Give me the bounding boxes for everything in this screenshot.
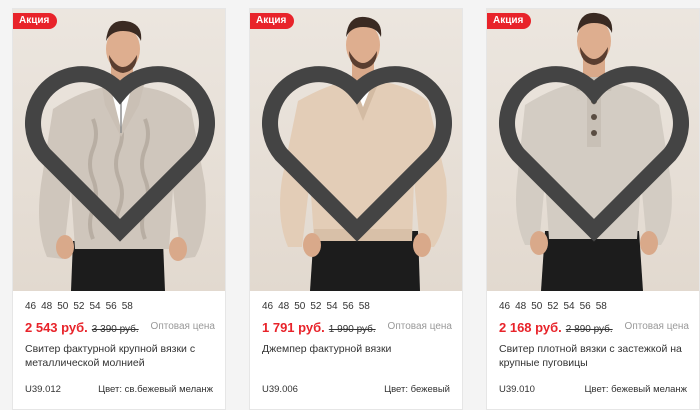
product-color: Цвет: св.бежевый меланж	[98, 384, 213, 395]
wholesale-price-label: Оптовая цена	[624, 321, 689, 332]
size-option[interactable]: 46	[262, 301, 273, 312]
size-option[interactable]: 48	[515, 301, 526, 312]
size-option[interactable]: 58	[359, 301, 370, 312]
price-row: 2 543 руб. 3 390 руб. Оптовая цена	[25, 319, 215, 335]
product-photo[interactable]: Акция	[13, 9, 226, 291]
size-option[interactable]: 56	[106, 301, 117, 312]
product-title[interactable]: Свитер плотной вязки с застежкой на круп…	[499, 342, 687, 370]
product-title[interactable]: Свитер фактурной крупной вязки с металли…	[25, 342, 213, 370]
size-list: 46 48 50 52 54 56 58	[262, 301, 375, 312]
size-option[interactable]: 56	[580, 301, 591, 312]
size-option[interactable]: 50	[531, 301, 542, 312]
heart-icon[interactable]	[250, 9, 463, 291]
size-option[interactable]: 52	[547, 301, 558, 312]
wholesale-price-label: Оптовая цена	[387, 321, 452, 332]
sale-price: 1 791 руб.	[262, 320, 325, 335]
size-option[interactable]: 56	[343, 301, 354, 312]
old-price: 2 890 руб.	[565, 324, 613, 335]
size-option[interactable]: 58	[596, 301, 607, 312]
product-card[interactable]: Акция 46 48 50 52 54 56 58 1 791 руб. 1 990 руб…	[249, 8, 463, 410]
product-card[interactable]: Акция 46 48 50 52 54 56 58 2 543 руб. 3 390 руб…	[12, 8, 226, 410]
product-title[interactable]: Джемпер фактурной вязки	[262, 342, 450, 356]
size-option[interactable]: 48	[41, 301, 52, 312]
old-price: 3 390 руб.	[91, 324, 139, 335]
size-list: 46 48 50 52 54 56 58	[25, 301, 138, 312]
product-sku: U39.012	[25, 384, 61, 395]
heart-icon[interactable]	[13, 9, 226, 291]
size-option[interactable]: 50	[57, 301, 68, 312]
size-option[interactable]: 50	[294, 301, 305, 312]
size-option[interactable]: 58	[122, 301, 133, 312]
price-row: 1 791 руб. 1 990 руб. Оптовая цена	[262, 319, 452, 335]
product-grid: Акция 46 48 50 52 54 56 58 2 543 руб. 3 390 руб…	[0, 0, 700, 410]
product-photo[interactable]: Акция	[487, 9, 700, 291]
product-sku: U39.010	[499, 384, 535, 395]
old-price: 1 990 руб.	[328, 324, 376, 335]
size-option[interactable]: 54	[90, 301, 101, 312]
sale-price: 2 168 руб.	[499, 320, 562, 335]
sale-price: 2 543 руб.	[25, 320, 88, 335]
price-row: 2 168 руб. 2 890 руб. Оптовая цена	[499, 319, 689, 335]
size-option[interactable]: 48	[278, 301, 289, 312]
size-option[interactable]: 46	[499, 301, 510, 312]
product-color: Цвет: бежевый	[384, 384, 450, 395]
heart-icon[interactable]	[487, 9, 700, 291]
product-color: Цвет: бежевый меланж	[584, 384, 687, 395]
size-option[interactable]: 46	[25, 301, 36, 312]
size-list: 46 48 50 52 54 56 58	[499, 301, 612, 312]
size-option[interactable]: 54	[564, 301, 575, 312]
product-card[interactable]: Акция 46 48 50 52 54 56 58 2 168 руб. 2 890 руб…	[486, 8, 700, 410]
product-sku: U39.006	[262, 384, 298, 395]
size-option[interactable]: 52	[310, 301, 321, 312]
size-option[interactable]: 54	[327, 301, 338, 312]
size-option[interactable]: 52	[73, 301, 84, 312]
wholesale-price-label: Оптовая цена	[150, 321, 215, 332]
product-photo[interactable]: Акция	[250, 9, 463, 291]
